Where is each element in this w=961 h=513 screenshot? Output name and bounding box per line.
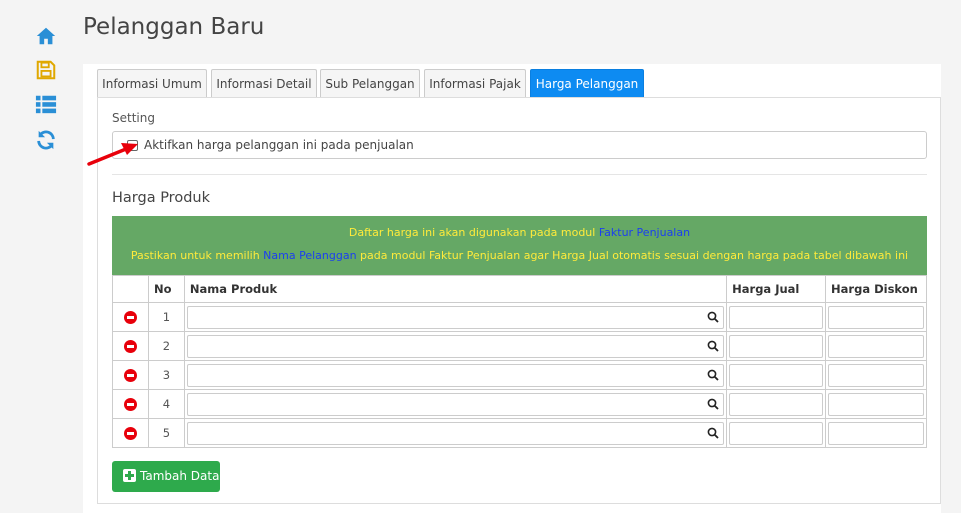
product-search-input[interactable] (186, 363, 725, 387)
row-number: 3 (147, 360, 185, 390)
tab-sub-pelanggan[interactable]: Sub Pelanggan (320, 69, 420, 98)
table-row: 5 (112, 418, 927, 448)
table-row: 1 (112, 302, 927, 332)
product-search-input[interactable] (186, 421, 725, 445)
tab-harga-pelanggan[interactable]: Harga Pelanggan (530, 69, 644, 98)
product-cell (183, 331, 728, 361)
table-row: 3 (112, 360, 927, 390)
harga-diskon-input[interactable] (828, 363, 924, 387)
remove-row-icon[interactable] (123, 311, 137, 324)
product-cell (183, 360, 728, 390)
harga-diskon-cell (825, 418, 927, 448)
harga-diskon-cell (825, 302, 927, 332)
header-nama-produk: Nama Produk (183, 275, 728, 303)
harga-jual-input[interactable] (729, 421, 824, 445)
tab-informasi-pajak[interactable]: Informasi Pajak (424, 69, 526, 98)
remove-row-icon[interactable] (123, 340, 137, 353)
harga-jual-cell (726, 360, 827, 390)
notice-line-2-post: pada modul Faktur Penjualan agar Harga J… (356, 249, 909, 262)
header-remove (112, 275, 149, 303)
search-icon[interactable] (707, 311, 719, 323)
remove-row-cell (112, 331, 149, 361)
product-cell (183, 418, 728, 448)
harga-diskon-cell (825, 389, 927, 419)
remove-row-icon[interactable] (123, 427, 137, 440)
page-title: Pelanggan Baru (83, 14, 265, 40)
header-harga-diskon: Harga Diskon (825, 275, 927, 303)
search-icon[interactable] (707, 398, 719, 410)
search-icon[interactable] (707, 427, 719, 439)
divider (112, 174, 927, 175)
tab-informasi-detail[interactable]: Informasi Detail (211, 69, 317, 98)
list-icon[interactable] (35, 93, 57, 115)
setting-box: Aktifkan harga pelanggan ini pada penjua… (112, 131, 927, 159)
harga-diskon-input[interactable] (828, 334, 924, 358)
product-search-input[interactable] (186, 392, 725, 416)
home-icon[interactable] (35, 25, 57, 47)
product-search-input[interactable] (186, 334, 725, 358)
product-price-table: No Nama Produk Harga Jual Harga Diskon 1… (112, 275, 927, 448)
harga-diskon-cell (825, 360, 927, 390)
remove-row-cell (112, 389, 149, 419)
harga-jual-cell (726, 389, 827, 419)
activate-price-checkbox-label[interactable]: Aktifkan harga pelanggan ini pada penjua… (144, 138, 414, 152)
table-row: 2 (112, 331, 927, 361)
remove-row-cell (112, 302, 149, 332)
remove-row-icon[interactable] (123, 398, 137, 411)
product-cell (183, 302, 728, 332)
row-number: 5 (147, 418, 185, 448)
remove-row-icon[interactable] (123, 369, 137, 382)
header-harga-jual: Harga Jual (726, 275, 827, 303)
sidebar (0, 0, 83, 513)
table-row: 4 (112, 389, 927, 419)
form-card: Informasi Umum Informasi Detail Sub Pela… (83, 64, 941, 513)
tambah-data-label: Tambah Data (140, 469, 220, 483)
notice-line-1-text: Daftar harga ini akan digunakan pada mod… (348, 226, 599, 239)
harga-jual-input[interactable] (729, 305, 824, 329)
setting-label: Setting (112, 111, 155, 125)
table-header-row: No Nama Produk Harga Jual Harga Diskon (112, 275, 927, 303)
info-notice: Daftar harga ini akan digunakan pada mod… (112, 216, 927, 275)
plus-icon (123, 469, 136, 482)
search-icon[interactable] (707, 369, 719, 381)
harga-jual-cell (726, 331, 827, 361)
harga-diskon-cell (825, 331, 927, 361)
notice-line-2-pre: Pastikan untuk memilih (130, 249, 264, 262)
row-number: 2 (147, 331, 185, 361)
row-number: 1 (147, 302, 185, 332)
refresh-icon[interactable] (35, 129, 57, 151)
harga-jual-input[interactable] (729, 392, 824, 416)
harga-diskon-input[interactable] (828, 305, 924, 329)
harga-jual-cell (726, 418, 827, 448)
remove-row-cell (112, 418, 149, 448)
tambah-data-button[interactable]: Tambah Data (112, 461, 220, 492)
harga-jual-input[interactable] (729, 334, 824, 358)
red-arrow-annotation (87, 143, 138, 166)
harga-diskon-input[interactable] (828, 421, 924, 445)
harga-diskon-input[interactable] (828, 392, 924, 416)
product-cell (183, 389, 728, 419)
harga-produk-title: Harga Produk (112, 190, 210, 206)
row-number: 4 (147, 389, 185, 419)
notice-line-1: Daftar harga ini akan digunakan pada mod… (112, 226, 927, 239)
harga-jual-input[interactable] (729, 363, 824, 387)
faktur-penjualan-highlight: Faktur Penjualan (598, 226, 691, 239)
product-search-input[interactable] (186, 305, 725, 329)
notice-line-2: Pastikan untuk memilih Nama Pelanggan pa… (112, 249, 927, 262)
header-no: No (147, 275, 185, 303)
tab-informasi-umum[interactable]: Informasi Umum (97, 69, 207, 98)
remove-row-cell (112, 360, 149, 390)
save-icon[interactable] (35, 59, 57, 81)
tab-panel-harga-pelanggan: Setting Aktifkan harga pelanggan ini pad… (97, 97, 941, 504)
search-icon[interactable] (707, 340, 719, 352)
harga-jual-cell (726, 302, 827, 332)
nama-pelanggan-highlight: Nama Pelanggan (263, 249, 357, 262)
